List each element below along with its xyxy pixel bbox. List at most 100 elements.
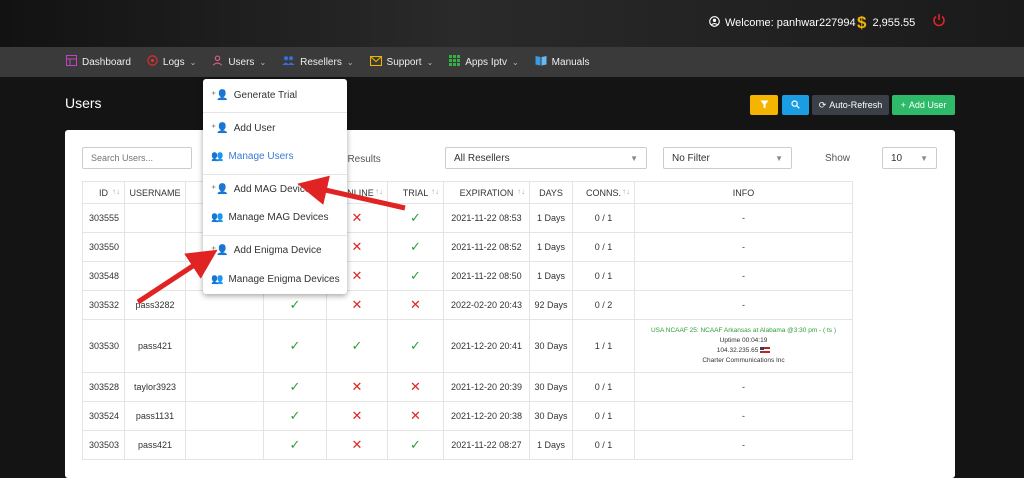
search-input[interactable] (82, 147, 192, 169)
column-header-label: EXPIRATION (459, 187, 514, 198)
cell-expiration: 2021-11-22 08:53 (443, 203, 530, 233)
table-body: 30355594✓✕✓2021-11-22 08:531 Days0 / 1-3… (82, 203, 853, 460)
menu-item-add-mag-device[interactable]: ⁺👤 Add MAG Device (211, 179, 310, 199)
column-header[interactable]: TRIAL ↑↓ (387, 181, 444, 204)
check-icon: ✓ (289, 297, 301, 312)
now-watching: USA NCAAF 25: NCAAF Arkansas at Alabama … (650, 327, 837, 334)
cell-trial: ✓ (387, 261, 444, 291)
table-row[interactable]: 303530 pass421 ✓ ✓ ✓ 2021-12-20 20:41 30 Days 1… (82, 319, 853, 373)
page-size-select[interactable]: 10 ▼ (882, 147, 937, 169)
table-row[interactable]: 303528 taylor3923 ✓ ✕ ✕ 2021-12-20 20:39 30 Da… (82, 372, 853, 402)
cell-status: ✓ (263, 290, 327, 320)
nav-users[interactable]: Users ⌄ (212, 55, 266, 69)
envelope-icon (369, 55, 382, 69)
cell-online: ✓ (326, 319, 388, 373)
cell-conns: 0 / 1 (572, 372, 635, 402)
cell-id: 303555 (82, 203, 125, 233)
nav-resellers[interactable]: Resellers ⌄ (282, 55, 354, 69)
cell-username: pass1131 (124, 401, 186, 431)
nav-support[interactable]: Support ⌄ (369, 55, 433, 69)
cell-info: - (634, 261, 853, 291)
table-row[interactable]: 30355594✓✕✓2021-11-22 08:531 Days0 / 1- (82, 203, 853, 233)
sort-icon: ↑↓ (112, 187, 120, 196)
caret-down-icon: ▼ (920, 153, 928, 163)
search-button[interactable] (782, 95, 809, 115)
cross-icon: ✕ (410, 297, 421, 312)
cell-status: ✓ (263, 401, 327, 431)
menu-item-label: Add Enigma Device (233, 244, 322, 256)
column-header-label: ID (99, 187, 108, 198)
check-icon: ✓ (410, 268, 421, 283)
check-icon: ✓ (351, 338, 363, 353)
power-icon[interactable] (932, 13, 946, 31)
cell-expiration: 2021-11-22 08:52 (443, 232, 530, 262)
table-row[interactable]: 303524 pass1131 ✓ ✕ ✕ 2021-12-20 20:38 30 Days… (82, 401, 853, 431)
menu-item-add-enigma-device[interactable]: ⁺👤 Add Enigma Device (211, 240, 322, 260)
chevron-down-icon: ⌄ (511, 57, 519, 67)
chevron-down-icon: ⌄ (259, 57, 267, 67)
menu-divider (203, 174, 347, 175)
resellers-icon (282, 55, 295, 69)
cell-partial (185, 290, 264, 320)
cell-days: 30 Days (529, 401, 573, 431)
show-label: Show (825, 153, 851, 164)
users-icon: 👥 (211, 211, 224, 223)
menu-item-manage-users[interactable]: 👥 Manage Users (211, 146, 293, 166)
balance-value: 2,955.55 (872, 17, 916, 29)
table-row[interactable]: 303532 pass3282 ✓ ✕ ✕ 2022-02-20 20:43 92 Days… (82, 290, 853, 320)
cell-conns: 0 / 1 (572, 203, 635, 233)
cell-trial: ✓ (387, 319, 444, 373)
column-header-label: TRIAL (402, 187, 429, 198)
status-filter-value: No Filter (672, 152, 710, 164)
add-user-button[interactable]: + Add User (892, 95, 955, 115)
resellers-select[interactable]: All Resellers ▼ (445, 147, 647, 169)
users-icon: 👥 (211, 150, 224, 162)
user-plus-icon: ⁺👤 (211, 122, 229, 134)
nav-manuals[interactable]: Manuals (535, 55, 590, 69)
nav-dashboard[interactable]: Dashboard (66, 55, 131, 69)
sort-icon: ↑↓ (375, 187, 383, 196)
cell-id: 303528 (82, 372, 125, 402)
table-row[interactable]: 30354894✓✕✓2021-11-22 08:501 Days0 / 1- (82, 261, 853, 291)
column-header[interactable]: EXPIRATION ↑↓ (443, 181, 530, 204)
cell-username (124, 261, 186, 291)
menu-item-generate-trial[interactable]: ⁺👤 Generate Trial (211, 85, 297, 105)
cell-trial: ✕ (387, 372, 444, 402)
cell-status: ✓ (263, 372, 327, 402)
menu-item-manage-mag-devices[interactable]: 👥 Manage MAG Devices (211, 207, 329, 227)
column-header[interactable]: USERNAME ↑↓ (124, 181, 186, 204)
menu-item-manage-enigma-devices[interactable]: 👥 Manage Enigma Devices (211, 269, 340, 289)
table-row[interactable]: 303503 pass421 ✓ ✕ ✓ 2021-11-22 08:27 1 Days 0 … (82, 430, 853, 460)
table-row[interactable]: 30355094✓✕✓2021-11-22 08:521 Days0 / 1- (82, 232, 853, 262)
cell-expiration: 2021-12-20 20:38 (443, 401, 530, 431)
isp: Charter Communications Inc (702, 357, 785, 364)
cross-icon: ✕ (351, 210, 363, 225)
cell-online: ✕ (326, 372, 388, 402)
menu-item-add-user[interactable]: ⁺👤 Add User (211, 118, 275, 138)
column-header: DAYS (529, 181, 573, 204)
nav-logs[interactable]: Logs ⌄ (147, 55, 196, 69)
cell-days: 30 Days (529, 372, 573, 402)
welcome-area[interactable]: Welcome: panhwar227994 (709, 16, 856, 30)
cell-days: 1 Days (529, 232, 573, 262)
apps-grid-icon (449, 55, 461, 69)
check-icon: ✓ (289, 379, 301, 394)
cell-conns: 0 / 1 (572, 401, 635, 431)
column-header[interactable]: CONNS. ↑↓ (572, 181, 635, 204)
check-icon: ✓ (410, 338, 421, 353)
filter-button[interactable] (750, 95, 778, 115)
status-filter-select[interactable]: No Filter ▼ (663, 147, 792, 169)
cell-expiration: 2021-12-20 20:39 (443, 372, 530, 402)
nav-manuals-label: Manuals (551, 56, 590, 68)
cell-days: 30 Days (529, 319, 573, 373)
cell-online: ✕ (326, 401, 388, 431)
auto-refresh-button[interactable]: ⟳ Auto-Refresh (812, 95, 889, 115)
cell-partial (185, 401, 264, 431)
column-header[interactable]: ID ↑↓ (82, 181, 125, 204)
cell-partial (185, 319, 264, 373)
balance-area: $ 2,955.55 (857, 13, 915, 33)
nav-apps-iptv[interactable]: Apps Iptv ⌄ (449, 55, 519, 69)
cell-id: 303550 (82, 232, 125, 262)
cross-icon: ✕ (351, 268, 363, 283)
sort-icon: ↑↓ (431, 187, 439, 196)
